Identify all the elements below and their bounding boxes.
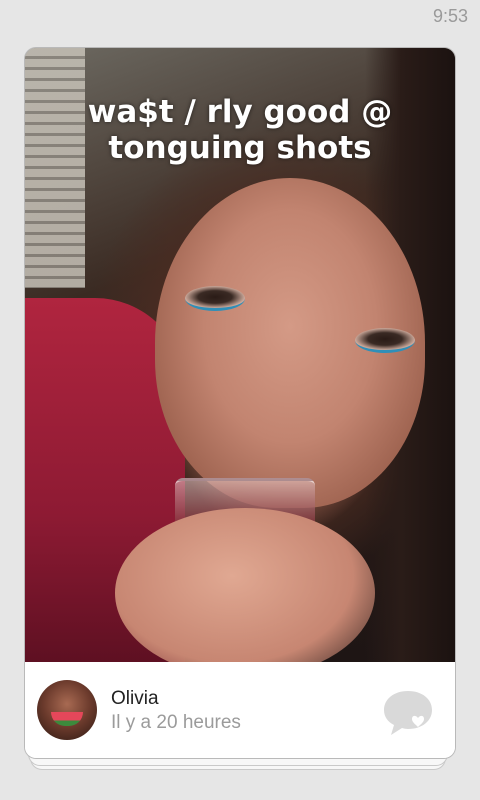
photo-hand [115, 508, 375, 662]
post-timestamp: Il y a 20 heures [111, 712, 241, 733]
post-footer: Olivia Il y a 20 heures [25, 662, 455, 758]
status-bar: 9:53 [0, 0, 480, 32]
author-name[interactable]: Olivia [111, 688, 159, 710]
speech-bubble-heart-icon [384, 691, 432, 735]
post-caption: wa$t / rly good @ tonguing shots [87, 94, 393, 166]
post-photo[interactable]: wa$t / rly good @ tonguing shots [25, 48, 455, 662]
status-time: 9:53 [432, 6, 468, 26]
avatar-watermelon [51, 712, 83, 726]
photo-eye [185, 286, 245, 311]
author-avatar[interactable] [37, 680, 97, 740]
post-card[interactable]: wa$t / rly good @ tonguing shots Olivia … [24, 47, 456, 759]
photo-window-blinds [25, 48, 85, 288]
comment-button[interactable] [381, 688, 435, 738]
photo-eye [355, 328, 415, 353]
